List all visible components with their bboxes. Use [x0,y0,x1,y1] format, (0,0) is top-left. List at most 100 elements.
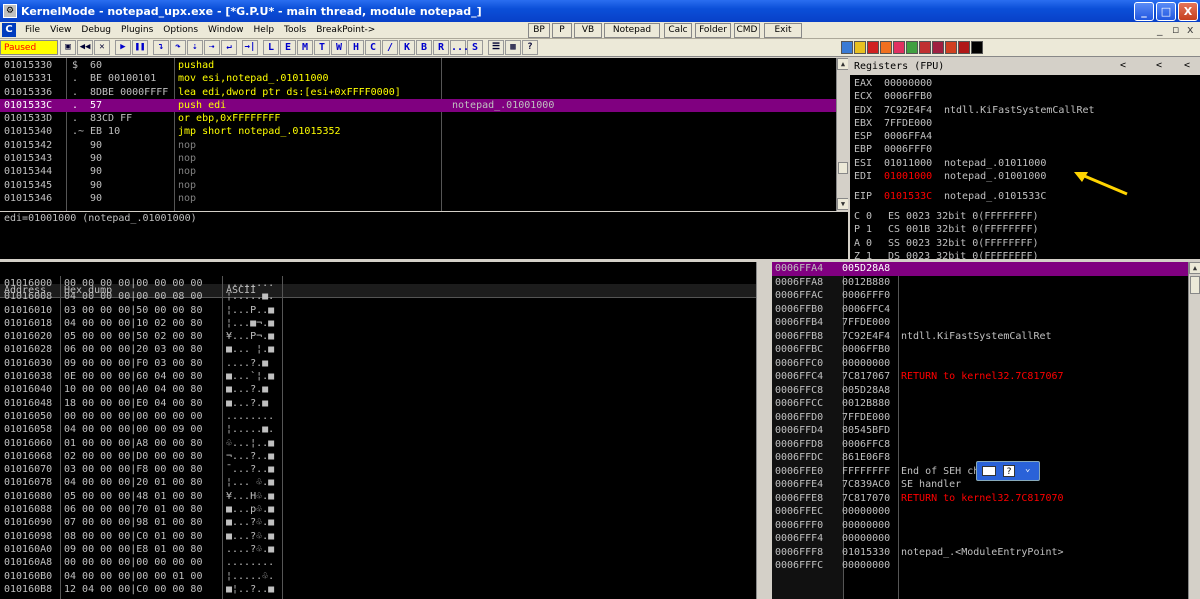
stack-scrollbar[interactable]: ▲ [1188,262,1200,599]
menu-breakpoint[interactable]: BreakPoint-> [316,25,375,35]
disasm-row[interactable]: 01015343 90 nop [0,152,836,165]
dump-pane[interactable]: Address Hex dump ASCII 01016000 00 00 00 … [0,262,768,599]
maximize-button[interactable]: □ [1156,1,1176,21]
open-icon[interactable]: ▣ [60,40,76,55]
menu-options[interactable]: Options [163,25,198,35]
log-window-button[interactable]: L [263,40,279,55]
disassembly-scrollbar[interactable]: ▲ ▼ [836,58,848,211]
stack-row[interactable]: 0006FFF0 00000000 [772,519,1188,533]
menu-plugins[interactable]: Plugins [121,25,153,35]
quick-calc-button[interactable]: Calc [664,23,692,38]
dump-row[interactable]: 01016078 04 00 00 00|20 01 00 80 ¦... ♧.■ [0,476,756,489]
disasm-row[interactable]: 01015346 90 nop [0,192,836,205]
register-row[interactable]: EBX 7FFDE000 [854,117,1184,130]
plugin-icon-10[interactable] [958,41,970,54]
disasm-row[interactable]: 01015330 $60 pushad [0,59,836,72]
stack-row[interactable]: 0006FFB4 7FFDE000 [772,316,1188,330]
step-into-icon[interactable]: ↴ [153,40,169,55]
disasm-row[interactable]: 01015345 90 nop [0,179,836,192]
dump-scrollbar[interactable] [756,262,768,599]
stack-row[interactable]: 0006FFC4 7C817067 RETURN to kernel32.7C817… [772,370,1188,384]
stack-row[interactable]: 0006FFC8 005D28A8 [772,384,1188,398]
disasm-row[interactable]: 01015344 90 nop [0,165,836,178]
close-button[interactable]: X [1178,1,1198,21]
quick-exit-button[interactable]: Exit [764,23,802,38]
quick-vb-button[interactable]: VB [574,23,602,38]
disasm-row[interactable]: 01015331. BE 00100101 mov esi,notepad_.010… [0,72,836,85]
plugin-icon-3[interactable] [867,41,879,54]
dump-row[interactable]: 01016040 10 00 00 00|A0 04 00 80 ■...?.■ [0,383,756,396]
trace-over-icon[interactable]: ⇢ [204,40,220,55]
flag-segment-row[interactable]: Z 1 DS 0023 32bit 0(FFFFFFFF) [854,250,1184,259]
keyboard-icon[interactable] [982,466,996,476]
goto-icon[interactable]: →| [242,40,258,55]
register-row[interactable]: EDI 01001000 notepad_.01001000 [854,170,1184,183]
scrollbar-thumb[interactable] [838,162,848,174]
help-icon[interactable]: ? [522,40,538,55]
stack-row[interactable]: 0006FFCC 0012B880 [772,397,1188,411]
stack-row[interactable]: 0006FFFC 00000000 [772,559,1188,573]
register-row[interactable]: EAX 00000000 [854,77,1184,90]
list-icon[interactable]: ☰ [488,40,504,55]
flag-segment-row[interactable]: A 0 SS 0023 32bit 0(FFFFFFFF) [854,237,1184,250]
plugin-icon-2[interactable] [854,41,866,54]
run-trace-window-button[interactable]: ... [450,40,469,55]
mdi-close-button[interactable]: x [1187,23,1194,36]
quick-p-button[interactable]: P [552,23,572,38]
pause-icon[interactable]: ❚❚ [132,40,148,55]
dump-row[interactable]: 01016060 01 00 00 00|A8 00 00 80 ♧...¦..■ [0,437,756,450]
ime-toolbar[interactable]: ? ⌄ [976,461,1040,481]
register-row[interactable]: EDX 7C92E4F4 ntdll.KiFastSystemCallRet [854,104,1184,117]
disasm-row[interactable]: 01015340 .~ EB 10 jmp short notepad_.010153… [0,125,836,138]
stack-row[interactable]: 0006FFA4 005D28A8 [772,262,1188,276]
patches-window-button[interactable]: / [382,40,398,55]
stack-row[interactable]: 0006FFA8 0012B880 [772,276,1188,290]
dump-row[interactable]: 01016050 00 00 00 00|00 00 00 00........ [0,410,756,423]
chevron-down-icon[interactable]: ⌄ [1025,464,1030,474]
quick-notepad-button[interactable]: Notepad [604,23,660,38]
stack-row[interactable]: 0006FFD8 0006FFC8 [772,438,1188,452]
disasm-row[interactable]: 0101533C. 57 push edi notepad_.01001000 [0,98,836,113]
stack-row[interactable]: 0006FFF8 01015330 notepad_.<ModuleEntryPoi… [772,546,1188,560]
memory-window-button[interactable]: M [297,40,313,55]
registers-prev-button-3[interactable]: < [1184,60,1190,71]
dump-row[interactable]: 010160B0 04 00 00 00|00 00 01 00 ¦.....♧. [0,570,756,583]
stack-row[interactable]: 0006FFB8 7C92E4F4 ntdll.KiFastSystemCallRe… [772,330,1188,344]
plugin-icon-5[interactable] [893,41,905,54]
mdi-minimize-button[interactable]: _ [1157,23,1163,36]
disasm-row[interactable]: 01015336. 8DBE 0000FFFF lea edi,dword ptr … [0,86,836,99]
menu-help[interactable]: Help [254,25,275,35]
call-stack-window-button[interactable]: K [399,40,415,55]
register-row[interactable]: EBP 0006FFF0 [854,143,1184,156]
stack-scrollbar-thumb[interactable] [1190,276,1200,294]
plugin-icon-6[interactable] [906,41,918,54]
stack-row[interactable]: 0006FFF4 00000000 [772,532,1188,546]
register-row[interactable]: ECX 0006FFB0 [854,90,1184,103]
menu-file[interactable]: File [25,25,40,35]
menu-view[interactable]: View [50,25,71,35]
stack-pane[interactable]: 0006FFA4 005D28A8 0006FFA8 0012B880 0006FFAC… [772,262,1200,599]
dump-row[interactable]: 01016028 06 00 00 00|20 03 00 80 ■... ¦.■ [0,343,756,356]
registers-pane[interactable]: Registers (FPU) < < < EAX 00000000 ECX 0006… [850,58,1200,259]
menu-debug[interactable]: Debug [81,25,111,35]
mdi-restore-button[interactable]: ▫ [1172,23,1179,36]
dump-row[interactable]: 01016088 06 00 00 00|70 01 00 80 ■...p♧.■ [0,503,756,516]
disasm-row[interactable]: 0101533D. 83CD FF or ebp,0xFFFFFFFF [0,112,836,125]
flag-segment-row[interactable]: C 0 ES 0023 32bit 0(FFFFFFFF) [854,210,1184,223]
dump-row[interactable]: 01016098 08 00 00 00|C0 01 00 80 ■...?♧.■ [0,530,756,543]
breakpoints-window-button[interactable]: B [416,40,432,55]
plugin-icon-9[interactable] [945,41,957,54]
register-row[interactable]: ESI 01011000 notepad_.01011000 [854,157,1184,170]
plugin-icon-1[interactable] [841,41,853,54]
windows-window-button[interactable]: W [331,40,347,55]
dump-row[interactable]: 01016068 02 00 00 00|D0 00 00 80 ¬...?..■ [0,450,756,463]
plugin-icon-8[interactable] [932,41,944,54]
plugin-icon-4[interactable] [880,41,892,54]
registers-prev-button[interactable]: < [1120,60,1126,71]
disasm-row[interactable]: 01015342 90 nop [0,139,836,152]
plugin-icon-11[interactable] [971,41,983,54]
menu-tools[interactable]: Tools [284,25,306,35]
dump-row[interactable]: 01016038 0E 00 00 00|60 04 00 80 ■...`¦.■ [0,370,756,383]
execute-till-return-icon[interactable]: ↵ [221,40,237,55]
menu-window[interactable]: Window [208,25,244,35]
